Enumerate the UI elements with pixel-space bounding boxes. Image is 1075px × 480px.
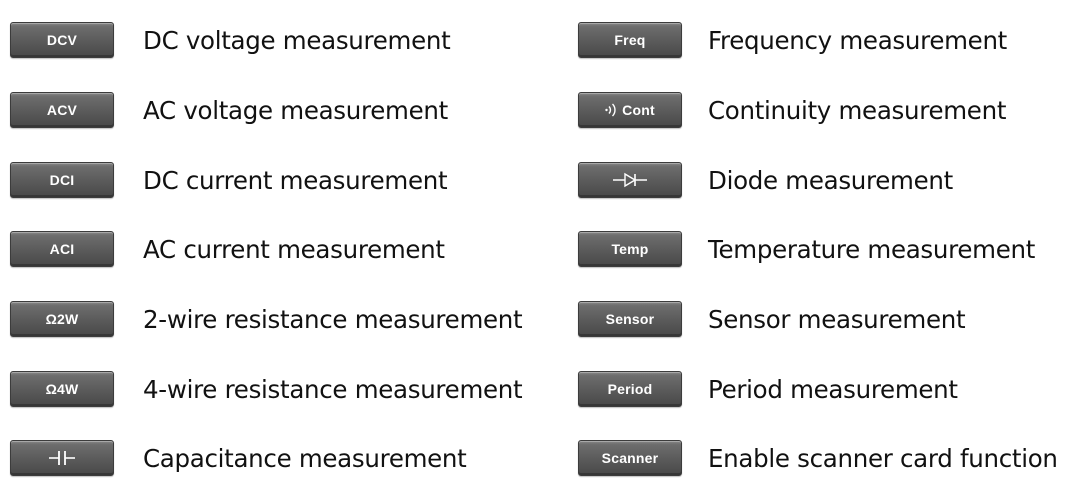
scanner-description: Enable scanner card function [708,443,1058,473]
capacitance-key[interactable] [10,440,114,476]
continuity-description: Continuity measurement [708,95,1007,125]
continuity-row: Cont Continuity measurement [566,90,1006,130]
ohm-2w-row: Ω2W 2-wire resistance measurement [0,299,523,339]
capacitance-row: Capacitance measurement [0,438,467,478]
freq-key[interactable]: Freq [578,22,682,58]
freq-description: Frequency measurement [708,25,1007,55]
dcv-row: DCV DC voltage measurement [0,20,451,60]
ohm-4w-key-label: Ω4W [45,381,79,397]
dci-description: DC current measurement [143,165,448,195]
ohm-4w-description: 4-wire resistance measurement [143,374,523,404]
temp-key[interactable]: Temp [578,231,682,267]
period-description: Period measurement [708,374,958,404]
dcv-key[interactable]: DCV [10,22,114,58]
diode-row: Diode measurement [566,160,953,200]
freq-row: Freq Frequency measurement [566,20,1007,60]
aci-key[interactable]: ACI [10,231,114,267]
ohm-2w-key[interactable]: Ω2W [10,301,114,337]
ohm-2w-key-label: Ω2W [45,311,79,327]
sensor-row: Sensor Sensor measurement [566,299,966,339]
speaker-icon [605,102,617,118]
acv-key[interactable]: ACV [10,92,114,128]
acv-description: AC voltage measurement [143,95,448,125]
scanner-key[interactable]: Scanner [578,440,682,476]
ohm-4w-row: Ω4W 4-wire resistance measurement [0,369,523,409]
aci-key-label: ACI [49,241,75,257]
dci-key[interactable]: DCI [10,162,114,198]
aci-description: AC current measurement [143,234,445,264]
period-key[interactable]: Period [578,371,682,407]
sensor-key-label: Sensor [605,311,655,327]
continuity-key-label: Cont [622,102,655,118]
freq-key-label: Freq [614,32,646,48]
capacitance-description: Capacitance measurement [143,443,467,473]
period-key-label: Period [607,381,653,397]
dci-key-label: DCI [49,172,75,188]
dci-row: DCI DC current measurement [0,160,448,200]
diode-key[interactable] [578,162,682,198]
acv-row: ACV AC voltage measurement [0,90,448,130]
temp-key-label: Temp [611,241,649,257]
ohm-2w-description: 2-wire resistance measurement [143,304,523,334]
dcv-description: DC voltage measurement [143,25,451,55]
sensor-key[interactable]: Sensor [578,301,682,337]
diode-icon [613,172,647,188]
diode-description: Diode measurement [708,165,953,195]
ohm-4w-key[interactable]: Ω4W [10,371,114,407]
temp-description: Temperature measurement [708,234,1036,264]
sensor-description: Sensor measurement [708,304,966,334]
period-row: Period Period measurement [566,369,958,409]
scanner-row: Scanner Enable scanner card function [566,438,1058,478]
aci-row: ACI AC current measurement [0,229,445,269]
continuity-key[interactable]: Cont [578,92,682,128]
temp-row: Temp Temperature measurement [566,229,1035,269]
dcv-key-label: DCV [46,32,78,48]
capacitor-icon [49,450,75,466]
scanner-key-label: Scanner [601,450,659,466]
acv-key-label: ACV [46,102,78,118]
